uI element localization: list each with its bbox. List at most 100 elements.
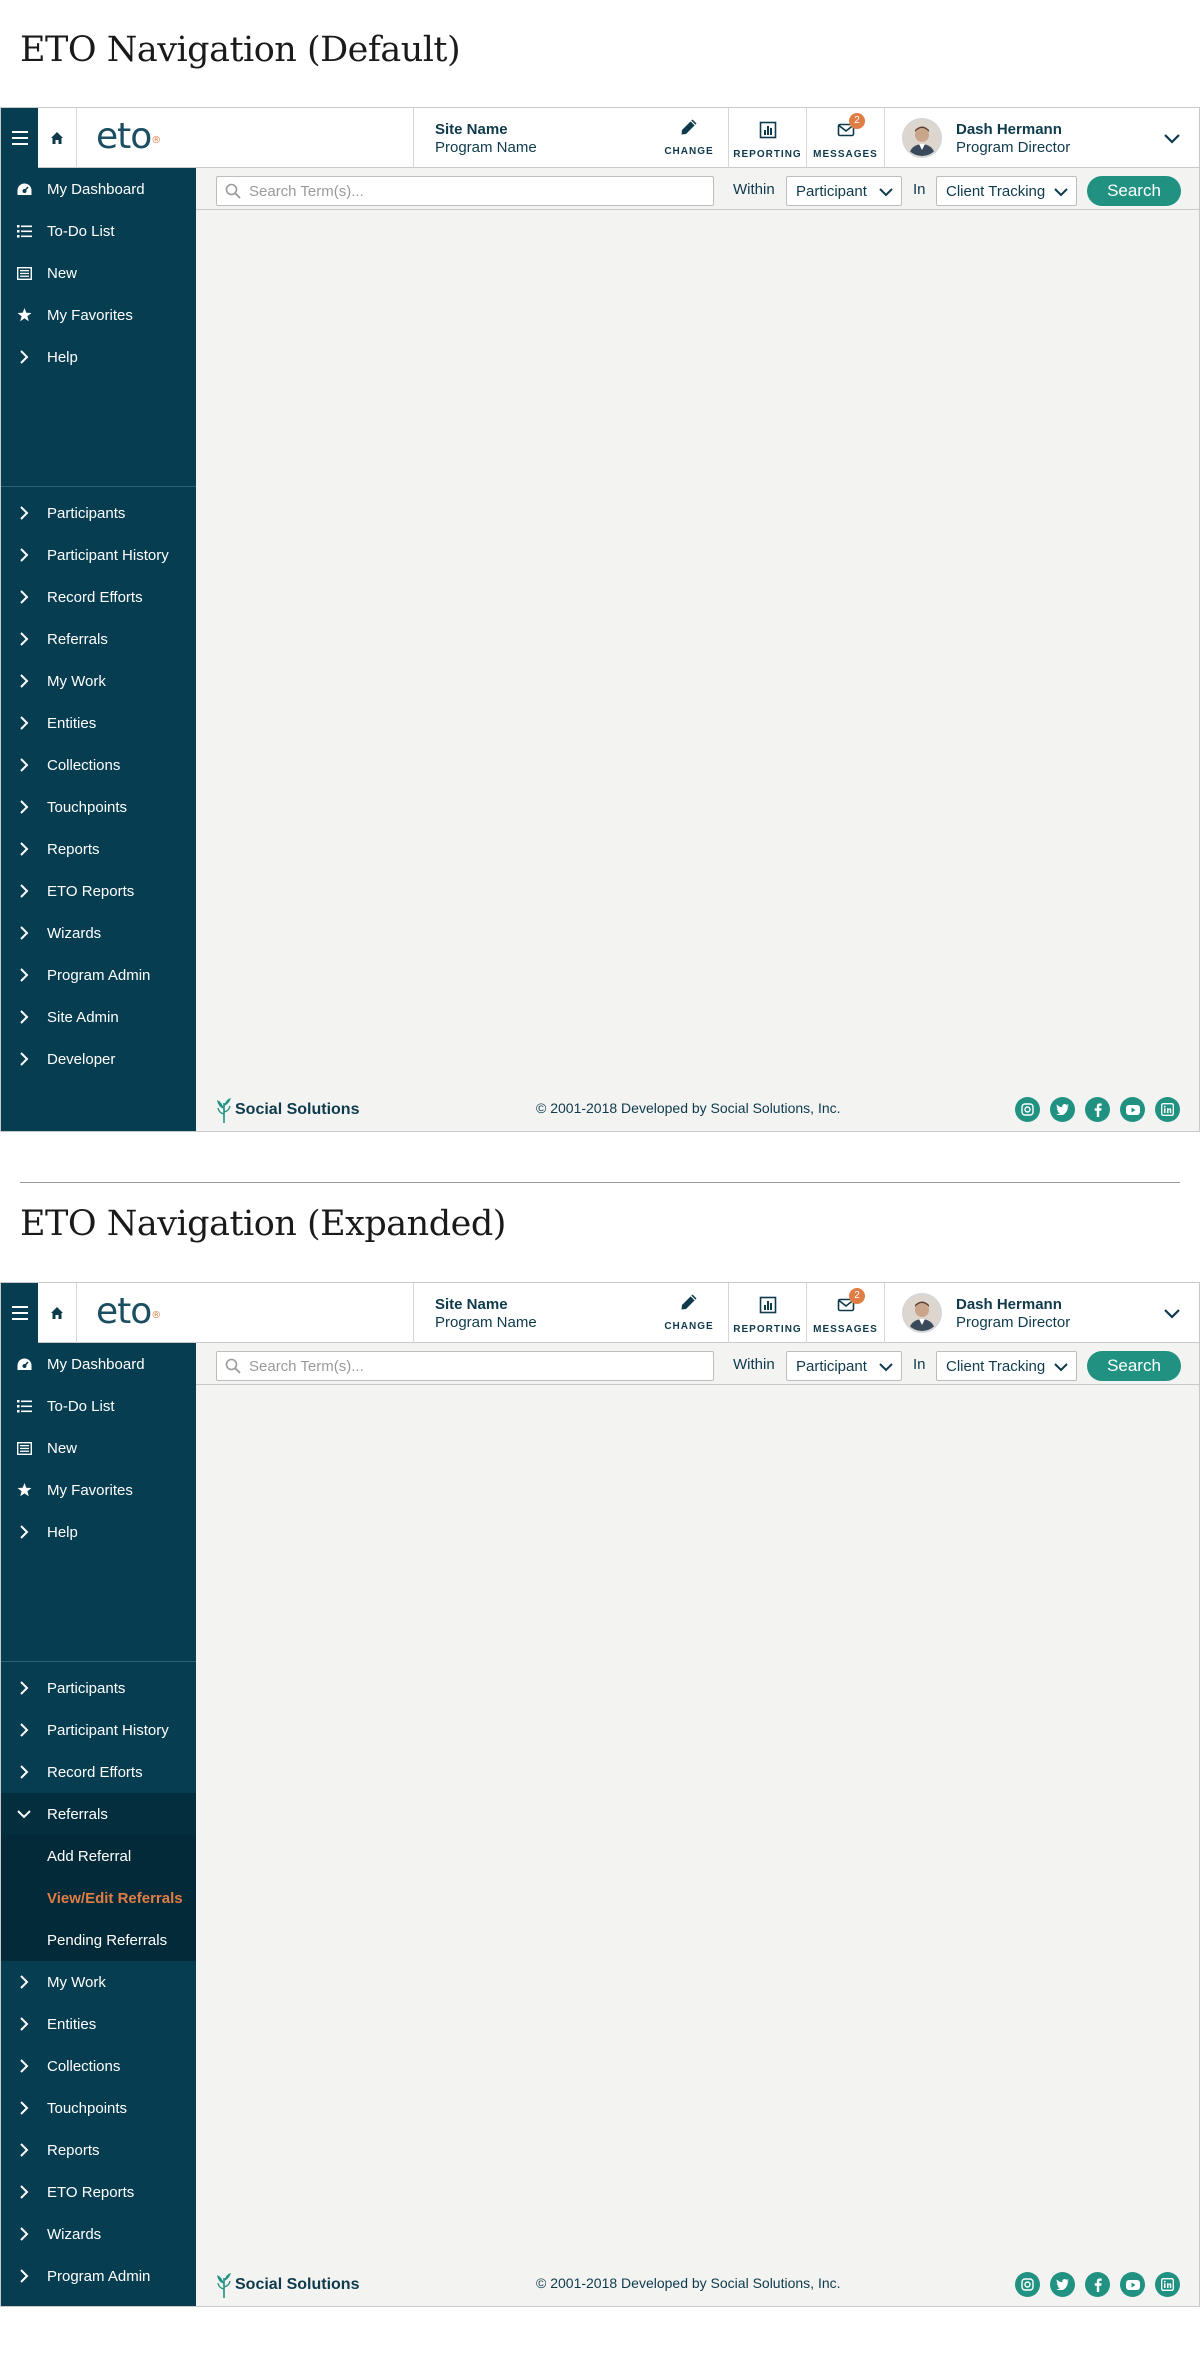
sidebar-item-my-dashboard[interactable]: My Dashboard — [1, 1343, 196, 1385]
submenu-item-pending-referrals[interactable]: Pending Referrals — [47, 1919, 167, 1961]
sidebar-item-site-admin[interactable]: Site Admin — [1, 996, 196, 1038]
user-menu[interactable]: Dash Hermann Program Director — [885, 108, 1199, 168]
sidebar-item-participant-history[interactable]: Participant History — [1, 534, 196, 576]
chevron-right-icon — [1, 506, 47, 520]
new-icon — [1, 266, 47, 280]
sidebar-item-my-work[interactable]: My Work — [1, 1961, 196, 2003]
chevron-right-icon — [1, 350, 47, 364]
sidebar-item-eto-reports[interactable]: ETO Reports — [1, 870, 196, 912]
facebook-icon[interactable] — [1085, 1097, 1110, 1122]
sidebar-item-program-admin[interactable]: Program Admin — [1, 954, 196, 996]
sidebar-item-label: My Dashboard — [47, 1355, 145, 1373]
sidebar-item-help[interactable]: Help — [1, 1511, 196, 1553]
search-button[interactable]: Search — [1087, 1351, 1181, 1381]
chevron-right-icon — [1, 758, 47, 772]
within-label: Within — [733, 1356, 775, 1373]
within-select[interactable]: Participant — [786, 1351, 902, 1381]
sidebar-item-collections[interactable]: Collections — [1, 2045, 196, 2087]
sidebar-item-new[interactable]: New — [1, 1427, 196, 1469]
twitter-icon[interactable] — [1050, 1097, 1075, 1122]
chevron-down-icon — [1054, 1363, 1068, 1372]
reporting-button[interactable]: REPORTING — [729, 1283, 807, 1343]
menu-toggle-button[interactable] — [1, 1283, 38, 1343]
sidebar-item-help[interactable]: Help — [1, 336, 196, 378]
sidebar-item-touchpoints[interactable]: Touchpoints — [1, 786, 196, 828]
list-icon — [1, 1399, 47, 1413]
instagram-icon[interactable] — [1015, 1097, 1040, 1122]
in-select[interactable]: Client Tracking — [936, 176, 1077, 206]
social-solutions-logo[interactable]: Social Solutions — [216, 2272, 359, 2298]
sidebar-item-to-do-list[interactable]: To-Do List — [1, 210, 196, 252]
reporting-button[interactable]: REPORTING — [729, 108, 807, 168]
within-select[interactable]: Participant — [786, 176, 902, 206]
home-icon — [51, 1307, 63, 1319]
sidebar-item-record-efforts[interactable]: Record Efforts — [1, 1751, 196, 1793]
home-button[interactable] — [38, 108, 77, 168]
in-select-value: Client Tracking — [946, 1357, 1046, 1375]
sidebar-item-eto-reports[interactable]: ETO Reports — [1, 2171, 196, 2213]
home-button[interactable] — [38, 1283, 77, 1343]
sidebar-item-developer[interactable]: Developer — [1, 1038, 196, 1080]
eto-logo[interactable]: eto® — [96, 117, 161, 157]
instagram-icon[interactable] — [1015, 2272, 1040, 2297]
sidebar-item-my-favorites[interactable]: My Favorites — [1, 294, 196, 336]
twitter-icon[interactable] — [1050, 2272, 1075, 2297]
sidebar-item-label: Record Efforts — [47, 588, 143, 606]
eto-logo[interactable]: eto® — [96, 1292, 161, 1332]
sidebar-item-referrals[interactable]: Referrals — [1, 618, 196, 660]
sidebar-item-entities[interactable]: Entities — [1, 702, 196, 744]
chevron-right-icon — [1, 884, 47, 898]
sidebar-item-program-admin[interactable]: Program Admin — [1, 2255, 196, 2297]
linkedin-icon[interactable] — [1155, 2272, 1180, 2297]
youtube-icon[interactable] — [1120, 1097, 1145, 1122]
search-button[interactable]: Search — [1087, 176, 1181, 206]
facebook-icon[interactable] — [1085, 2272, 1110, 2297]
search-input-wrapper[interactable] — [216, 176, 714, 206]
sidebar-item-my-work[interactable]: My Work — [1, 660, 196, 702]
youtube-icon[interactable] — [1120, 2272, 1145, 2297]
site-program-selector: Site Name Program Name CHANGE — [413, 108, 729, 168]
sidebar-item-label: New — [47, 1439, 78, 1457]
sidebar-item-participant-history[interactable]: Participant History — [1, 1709, 196, 1751]
sidebar-item-label: ETO Reports — [47, 882, 135, 900]
sidebar-item-reports[interactable]: Reports — [1, 828, 196, 870]
sidebar-item-participants[interactable]: Participants — [1, 1667, 196, 1709]
sidebar-item-touchpoints[interactable]: Touchpoints — [1, 2087, 196, 2129]
sidebar-item-wizards[interactable]: Wizards — [1, 2213, 196, 2255]
sidebar-item-record-efforts[interactable]: Record Efforts — [1, 576, 196, 618]
search-bar: Within Participant In Client Tracking Se… — [196, 168, 1199, 210]
search-input[interactable] — [249, 182, 689, 200]
sidebar-item-referrals[interactable]: Referrals — [1, 1793, 196, 1835]
sidebar-item-my-dashboard[interactable]: My Dashboard — [1, 168, 196, 210]
social-solutions-logo[interactable]: Social Solutions — [216, 1097, 359, 1123]
submenu-item-add-referral[interactable]: Add Referral — [47, 1835, 131, 1877]
app-header: eto® Site Name Program Name CHANGE REPOR… — [1, 108, 1199, 168]
change-button[interactable]: CHANGE — [664, 1293, 714, 1332]
sidebar-item-site-admin[interactable]: Site Admin — [1, 2297, 196, 2306]
chevron-right-icon — [1, 674, 47, 688]
in-select[interactable]: Client Tracking — [936, 1351, 1077, 1381]
within-select-value: Participant — [796, 1357, 867, 1375]
user-menu[interactable]: Dash Hermann Program Director — [885, 1283, 1199, 1343]
linkedin-icon[interactable] — [1155, 1097, 1180, 1122]
sidebar-item-wizards[interactable]: Wizards — [1, 912, 196, 954]
change-button[interactable]: CHANGE — [664, 118, 714, 157]
menu-toggle-button[interactable] — [1, 108, 38, 168]
messages-button[interactable]: 2 MESSAGES — [807, 108, 885, 168]
sidebar-item-reports[interactable]: Reports — [1, 2129, 196, 2171]
chevron-right-icon — [1, 1765, 47, 1779]
search-input[interactable] — [249, 1357, 689, 1375]
submenu-item-view-edit-referrals[interactable]: View/Edit Referrals — [47, 1877, 183, 1919]
sidebar-item-collections[interactable]: Collections — [1, 744, 196, 786]
sidebar-item-entities[interactable]: Entities — [1, 2003, 196, 2045]
sidebar-item-to-do-list[interactable]: To-Do List — [1, 1385, 196, 1427]
sidebar-item-new[interactable]: New — [1, 252, 196, 294]
user-name: Dash Hermann — [956, 121, 1062, 138]
sidebar-item-participants[interactable]: Participants — [1, 492, 196, 534]
search-input-wrapper[interactable] — [216, 1351, 714, 1381]
avatar — [902, 118, 942, 158]
eto-app-frame-expanded: eto® Site Name Program Name CHANGE REPOR… — [0, 1282, 1200, 2307]
sidebar-item-my-favorites[interactable]: My Favorites — [1, 1469, 196, 1511]
search-icon — [225, 1358, 241, 1374]
messages-button[interactable]: 2 MESSAGES — [807, 1283, 885, 1343]
